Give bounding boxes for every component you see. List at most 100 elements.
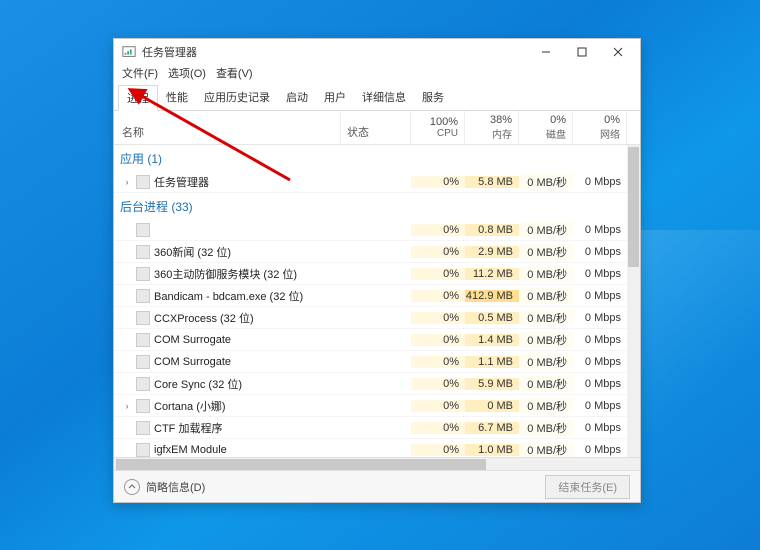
process-row[interactable]: CCXProcess (32 位) 0%0.5 MB0 MB/秒0 Mbps [114,307,640,329]
cell-cpu: 0% [411,176,465,188]
menu-options[interactable]: 选项(O) [168,65,206,81]
footer-bar: 简略信息(D) 结束任务(E) [114,470,640,502]
titlebar[interactable]: 任务管理器 [114,39,640,65]
expand-chevron-icon[interactable]: › [122,177,132,187]
cell-cpu: 0% [411,290,465,302]
process-icon [136,267,150,281]
column-name[interactable]: 名称 [114,111,341,144]
cell-disk: 0 MB/秒 [519,332,573,348]
process-name: 360主动防御服务模块 (32 位) [154,266,297,282]
cell-cpu: 0% [411,312,465,324]
group-header[interactable]: 后台进程 (33) [114,193,640,219]
cell-mem: 1.0 MB [465,444,519,456]
cell-net: 0 Mbps [573,378,627,390]
column-disk[interactable]: 0% 磁盘 [519,111,573,144]
cell-mem: 1.1 MB [465,356,519,368]
process-row[interactable]: 360主动防御服务模块 (32 位)0%11.2 MB0 MB/秒0 Mbps [114,263,640,285]
maximize-button[interactable] [564,40,600,64]
mem-percent-label: 38% [471,114,512,126]
tab-4[interactable]: 用户 [316,85,354,110]
cell-mem: 5.9 MB [465,378,519,390]
group-header[interactable]: 应用 (1) [114,145,640,171]
net-percent-label: 0% [579,114,620,126]
cell-disk: 0 MB/秒 [519,376,573,392]
tab-1[interactable]: 性能 [158,85,196,110]
cell-mem: 0.5 MB [465,312,519,324]
cell-mem: 6.7 MB [465,422,519,434]
vertical-scrollbar[interactable] [627,145,640,457]
cell-cpu: 0% [411,422,465,434]
horizontal-scrollbar[interactable] [114,457,640,470]
cell-cpu: 0% [411,334,465,346]
process-name: CTF 加载程序 [154,420,222,436]
process-icon [136,377,150,391]
horizontal-scroll-thumb[interactable] [116,459,486,470]
minimize-button[interactable] [528,40,564,64]
content-area: 名称 状态 100% CPU 38% 内存 0% 磁盘 0% 网络 应用 (1)… [114,111,640,470]
cell-disk: 0 MB/秒 [519,310,573,326]
cell-net: 0 Mbps [573,312,627,324]
process-row[interactable]: COM Surrogate0%1.4 MB0 MB/秒0 Mbps [114,329,640,351]
vertical-scroll-thumb[interactable] [628,147,639,267]
cell-cpu: 0% [411,378,465,390]
column-network[interactable]: 0% 网络 [573,111,627,144]
column-cpu[interactable]: 100% CPU [411,111,465,144]
task-manager-window: 任务管理器 文件(F) 选项(O) 查看(V) 进程性能应用历史记录启动用户详细… [113,38,641,503]
process-icon [136,421,150,435]
process-icon [136,175,150,189]
cpu-percent-label: 100% [417,116,458,128]
cell-net: 0 Mbps [573,268,627,280]
tab-6[interactable]: 服务 [414,85,452,110]
chevron-up-icon [124,479,140,495]
window-title: 任务管理器 [142,44,528,60]
cell-disk: 0 MB/秒 [519,222,573,238]
cell-cpu: 0% [411,246,465,258]
tab-3[interactable]: 启动 [278,85,316,110]
menu-file[interactable]: 文件(F) [122,65,158,81]
cell-mem: 5.8 MB [465,176,519,188]
cell-disk: 0 MB/秒 [519,266,573,282]
process-icon [136,223,150,237]
mem-label: 内存 [471,126,512,141]
cell-disk: 0 MB/秒 [519,174,573,190]
process-name: 360新闻 (32 位) [154,244,231,260]
column-status-label: 状态 [347,124,369,140]
process-icon [136,245,150,259]
process-name: COM Surrogate [154,334,231,346]
process-row[interactable]: ›Cortana (小娜)0%0 MB0 MB/秒0 Mbps [114,395,640,417]
process-icon [136,333,150,347]
cell-disk: 0 MB/秒 [519,354,573,370]
expand-chevron-icon[interactable]: › [122,401,132,411]
column-memory[interactable]: 38% 内存 [465,111,519,144]
tab-0[interactable]: 进程 [118,85,158,111]
process-row[interactable]: Core Sync (32 位)0%5.9 MB0 MB/秒0 Mbps [114,373,640,395]
process-row[interactable]: ›任务管理器0%5.8 MB0 MB/秒0 Mbps [114,171,640,193]
tab-5[interactable]: 详细信息 [354,85,414,110]
cell-cpu: 0% [411,268,465,280]
cell-mem: 412.9 MB [465,290,519,302]
process-name: Cortana (小娜) [154,398,226,414]
cell-cpu: 0% [411,444,465,456]
tab-2[interactable]: 应用历史记录 [196,85,278,110]
process-row[interactable]: igfxEM Module0%1.0 MB0 MB/秒0 Mbps [114,439,640,457]
app-icon [122,45,136,59]
close-button[interactable] [600,40,636,64]
process-row[interactable]: COM Surrogate0%1.1 MB0 MB/秒0 Mbps [114,351,640,373]
process-list[interactable]: 应用 (1)›任务管理器0%5.8 MB0 MB/秒0 Mbps后台进程 (33… [114,145,640,457]
process-row[interactable]: 0%0.8 MB0 MB/秒0 Mbps [114,219,640,241]
process-name: 任务管理器 [154,174,209,190]
column-status[interactable]: 状态 [341,111,411,144]
process-icon [136,443,150,457]
menu-view[interactable]: 查看(V) [216,65,253,81]
process-row[interactable]: CTF 加载程序0%6.7 MB0 MB/秒0 Mbps [114,417,640,439]
fewer-details-button[interactable]: 简略信息(D) [124,479,205,495]
cell-net: 0 Mbps [573,246,627,258]
process-row[interactable]: Bandicam - bdcam.exe (32 位)0%412.9 MB0 M… [114,285,640,307]
process-name: CCXProcess (32 位) [154,310,254,326]
cpu-label: CPU [417,128,458,139]
cell-net: 0 Mbps [573,400,627,412]
process-row[interactable]: 360新闻 (32 位)0%2.9 MB0 MB/秒0 Mbps [114,241,640,263]
end-task-button[interactable]: 结束任务(E) [545,475,630,499]
process-icon [136,311,150,325]
cell-cpu: 0% [411,400,465,412]
